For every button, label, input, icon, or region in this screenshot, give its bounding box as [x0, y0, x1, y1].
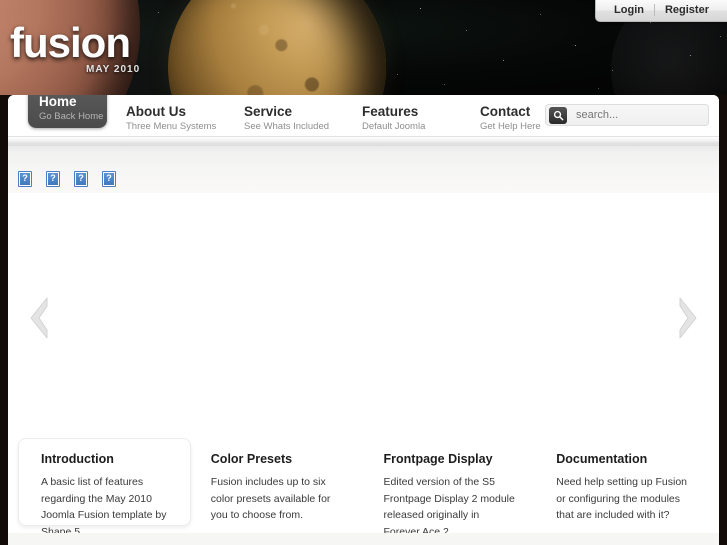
- slideshow-prev-button[interactable]: [24, 292, 54, 344]
- chevron-right-icon: [679, 297, 697, 339]
- feature-box-frontpage-display-title: Frontpage Display: [383, 452, 493, 466]
- content-container: Home Go Back Home About Us Three Menu Sy…: [8, 95, 719, 545]
- feature-box-color-presets: Color Presets Fusion includes up to six …: [191, 438, 364, 536]
- nav-item-home-title: Home: [39, 95, 77, 109]
- feature-box-color-presets-text: Fusion includes up to six color presets …: [210, 476, 331, 522]
- login-link[interactable]: Login: [606, 3, 652, 17]
- chevron-left-icon: [30, 297, 48, 339]
- header-banner: fusion MAY 2010 Login Register: [0, 0, 727, 95]
- register-link[interactable]: Register: [657, 3, 717, 17]
- divider-band-4: [8, 151, 719, 164]
- thumbnail-row: ? ? ? ?: [8, 164, 719, 193]
- nav-item-home[interactable]: Home Go Back Home: [28, 95, 107, 128]
- broken-image-icon[interactable]: ?: [46, 170, 60, 187]
- nav-item-home-subtitle: Go Back Home: [39, 110, 104, 122]
- nav-item-about-us-subtitle: Three Menu Systems: [126, 121, 217, 133]
- page-root: fusion MAY 2010 Login Register Home Go B…: [0, 0, 727, 545]
- site-logo-date: MAY 2010: [86, 64, 141, 75]
- slideshow-stage: [8, 193, 719, 443]
- nav-item-features-subtitle: Default Joomla: [362, 121, 426, 133]
- search-button[interactable]: [549, 106, 567, 124]
- site-logo: fusion: [10, 19, 131, 66]
- feature-box-introduction-text: A basic list of features regarding the M…: [41, 476, 167, 538]
- nav-item-features[interactable]: Features Default Joomla: [362, 104, 480, 132]
- feature-box-frontpage-display-text: Edited version of the S5 Frontpage Displ…: [383, 476, 515, 538]
- broken-image-icon[interactable]: ?: [102, 170, 116, 187]
- account-bar-divider: [653, 4, 655, 16]
- feature-box-frontpage-display: Frontpage Display Edited version of the …: [364, 438, 537, 538]
- nav-item-service-title: Service: [244, 104, 293, 119]
- broken-image-icon[interactable]: ?: [74, 170, 88, 187]
- slideshow-next-button[interactable]: [673, 292, 703, 344]
- footer-band: [8, 533, 719, 545]
- feature-box-color-presets-title: Color Presets: [210, 452, 293, 466]
- main-navigation: Home Go Back Home About Us Three Menu Sy…: [8, 95, 719, 137]
- nav-item-service[interactable]: Service See Whats Included: [244, 104, 362, 132]
- broken-image-glyph: ?: [78, 173, 84, 183]
- nav-item-about-us-title: About Us: [126, 104, 186, 119]
- background-planet-main-icon: [168, 0, 386, 95]
- broken-image-glyph: ?: [106, 173, 112, 183]
- search-box[interactable]: [545, 104, 718, 126]
- nav-item-about-us[interactable]: About Us Three Menu Systems: [126, 104, 244, 132]
- nav-items-list: About Us Three Menu Systems Service See …: [126, 104, 598, 132]
- feature-box-documentation-title: Documentation: [556, 452, 648, 466]
- feature-box-introduction: Introduction A basic list of features re…: [18, 438, 191, 538]
- feature-boxes: Introduction A basic list of features re…: [8, 438, 719, 538]
- nav-item-features-title: Features: [362, 104, 419, 119]
- feature-box-introduction-title: Introduction: [41, 452, 114, 466]
- broken-image-glyph: ?: [50, 173, 56, 183]
- search-icon: [553, 110, 563, 120]
- account-bar: Login Register: [595, 0, 727, 22]
- broken-image-icon[interactable]: ?: [18, 170, 32, 187]
- broken-image-glyph: ?: [22, 173, 28, 183]
- feature-box-documentation-text: Need help setting up Fusion or configuri…: [556, 476, 688, 522]
- search-input[interactable]: [567, 109, 718, 121]
- nav-item-service-subtitle: See Whats Included: [244, 121, 330, 133]
- feature-box-documentation: Documentation Need help setting up Fusio…: [536, 438, 709, 536]
